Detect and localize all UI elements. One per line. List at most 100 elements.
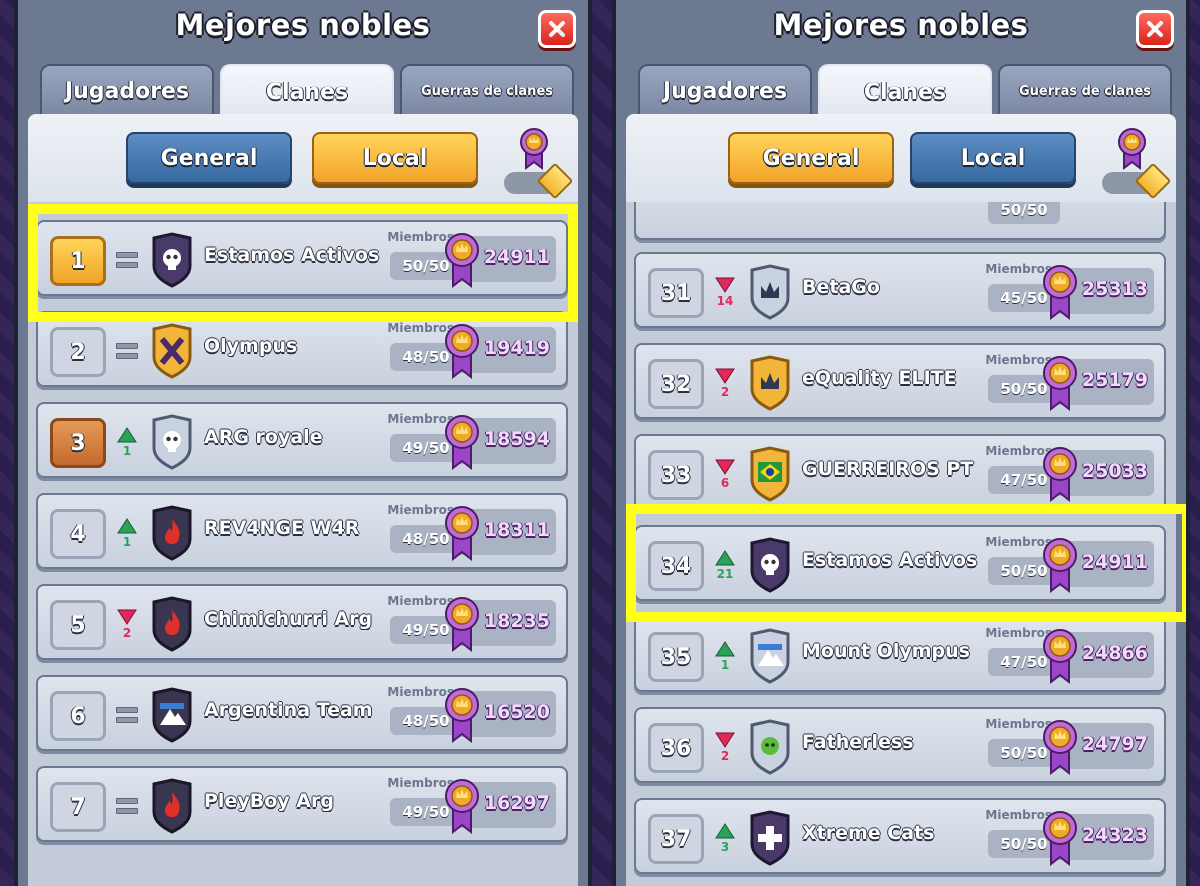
rank-change-amount: 6 xyxy=(720,475,730,490)
no-change-icon xyxy=(116,343,138,359)
close-button[interactable] xyxy=(538,10,576,48)
clan-row[interactable]: 36 2 Fatherless Miembros 50/50 24797 xyxy=(634,707,1166,783)
clan-name: PleyBoy Arg xyxy=(204,790,334,812)
local-filter-button[interactable]: Local xyxy=(312,132,478,184)
clan-row[interactable]: 35 1 Mount Olympus Miembros 47/50 24866 xyxy=(634,616,1166,692)
rank-number: 36 xyxy=(648,723,704,773)
clan-badge-icon xyxy=(152,323,192,379)
noble-score: 25313 xyxy=(1043,265,1154,321)
local-toggle[interactable] xyxy=(1102,162,1172,200)
score-value: 16297 xyxy=(483,792,550,814)
score-value: 19419 xyxy=(483,337,550,359)
clan-row[interactable]: 7 PleyBoy Arg Miembros 49/50 16297 xyxy=(36,766,568,842)
local-filter-button[interactable]: Local xyxy=(910,132,1076,184)
score-medal xyxy=(442,685,482,744)
leaderboard-panel-local: Mejores nobles Jugadores Clanes Guerras … xyxy=(14,0,592,886)
clan-badge xyxy=(148,232,196,288)
clan-name: Estamos Activos xyxy=(204,244,380,266)
clan-name: BetaGo xyxy=(802,276,880,298)
score-medal xyxy=(1040,444,1080,503)
score-value: 24323 xyxy=(1081,824,1148,846)
noble-score: 19419 xyxy=(445,324,556,380)
clan-row[interactable]: 37 3 Xtreme Cats Miembros 50/50 24323 xyxy=(634,798,1166,874)
rank-up-icon xyxy=(117,426,137,442)
clan-row[interactable]: 3 1 ARG royale Miembros 49/50 18594 xyxy=(36,402,568,478)
rank-number: 1 xyxy=(50,236,106,286)
clan-badge-icon xyxy=(750,719,790,775)
rank-number: 34 xyxy=(648,541,704,591)
clan-badge xyxy=(746,355,794,411)
clan-badge xyxy=(746,537,794,593)
tab-clan-wars[interactable]: Guerras de clanes xyxy=(400,64,574,116)
clan-badge-icon xyxy=(750,628,790,684)
score-medal xyxy=(442,594,482,653)
noble-score: 16297 xyxy=(445,779,556,835)
noble-medal-icon xyxy=(1043,720,1077,776)
general-filter-button[interactable]: General xyxy=(728,132,894,184)
clan-row[interactable]: 1 Estamos Activos Miembros 50/50 24911 xyxy=(36,220,568,296)
clan-badge-icon xyxy=(750,810,790,866)
clan-badge xyxy=(148,687,196,743)
noble-medal-icon xyxy=(445,597,479,653)
clan-row[interactable]: 6 Argentina Team Miembros 48/50 16520 xyxy=(36,675,568,751)
noble-medal-icon xyxy=(520,128,548,170)
rank-change: 6 xyxy=(712,452,738,496)
score-value: 18594 xyxy=(483,428,550,450)
clan-row[interactable]: 4 1 REV4NGE W4R Miembros 48/50 18311 xyxy=(36,493,568,569)
clan-name: eQuality ELITE xyxy=(802,367,957,389)
tab-clans[interactable]: Clanes xyxy=(818,64,992,118)
clan-name: GUERREIROS PT xyxy=(802,458,974,480)
rank-number: 3 xyxy=(50,418,106,468)
general-filter-button[interactable]: General xyxy=(126,132,292,184)
rank-change-amount: 2 xyxy=(122,625,132,640)
noble-medal-icon xyxy=(445,688,479,744)
clan-name: REV4NGE W4R xyxy=(204,517,360,539)
tab-players[interactable]: Jugadores xyxy=(40,64,214,116)
filter-bar: General Local xyxy=(28,114,578,202)
clan-row[interactable]: 32 2 eQuality ELITE Miembros 50/50 25179 xyxy=(634,343,1166,419)
rank-down-icon xyxy=(715,368,735,384)
rank-change-amount: 2 xyxy=(720,748,730,763)
noble-score: 24911 xyxy=(445,233,556,289)
tab-clans[interactable]: Clanes xyxy=(220,64,394,118)
clan-row[interactable]: 2 Olympus Miembros 48/50 19419 xyxy=(36,311,568,387)
score-value: 24866 xyxy=(1081,642,1148,664)
rank-number: 33 xyxy=(648,450,704,500)
no-change-icon xyxy=(116,798,138,814)
score-value: 24911 xyxy=(1081,551,1148,573)
noble-medal-icon xyxy=(445,506,479,562)
noble-medal-icon xyxy=(445,324,479,380)
rank-change: 2 xyxy=(712,361,738,405)
close-button[interactable] xyxy=(1136,10,1174,48)
rank-number: 5 xyxy=(50,600,106,650)
noble-medal-icon xyxy=(445,415,479,471)
rank-number: 4 xyxy=(50,509,106,559)
noble-score: 24866 xyxy=(1043,629,1154,685)
local-toggle[interactable] xyxy=(504,162,574,200)
rank-number: 35 xyxy=(648,632,704,682)
panel-title: Mejores nobles xyxy=(773,8,1029,42)
rank-up-icon xyxy=(715,822,735,838)
clan-row[interactable]: 34 21 Estamos Activos Miembros 50/50 24911 xyxy=(634,525,1166,601)
noble-medal-icon xyxy=(1043,265,1077,321)
clan-badge xyxy=(746,719,794,775)
clan-badge xyxy=(148,778,196,834)
rank-down-icon xyxy=(715,732,735,748)
clan-row[interactable]: 31 14 BetaGo Miembros 45/50 25313 xyxy=(634,252,1166,328)
noble-score: 18594 xyxy=(445,415,556,471)
clan-badge xyxy=(746,810,794,866)
score-medal xyxy=(442,776,482,835)
noble-score: 25033 xyxy=(1043,447,1154,503)
score-value: 24797 xyxy=(1081,733,1148,755)
clan-row[interactable]: 33 6 GUERREIROS PT Miembros 47/50 25033 xyxy=(634,434,1166,510)
clan-badge-icon xyxy=(152,687,192,743)
tab-players[interactable]: Jugadores xyxy=(638,64,812,116)
clan-row[interactable]: 5 2 Chimichurri Arg Miembros 49/50 18235 xyxy=(36,584,568,660)
clan-badge-icon xyxy=(152,596,192,652)
tab-clan-wars[interactable]: Guerras de clanes xyxy=(998,64,1172,116)
noble-medal-icon xyxy=(1043,811,1077,867)
close-icon xyxy=(549,21,565,37)
rank-change: 21 xyxy=(712,543,738,587)
noble-medal-icon xyxy=(445,779,479,835)
score-medal xyxy=(1040,353,1080,412)
